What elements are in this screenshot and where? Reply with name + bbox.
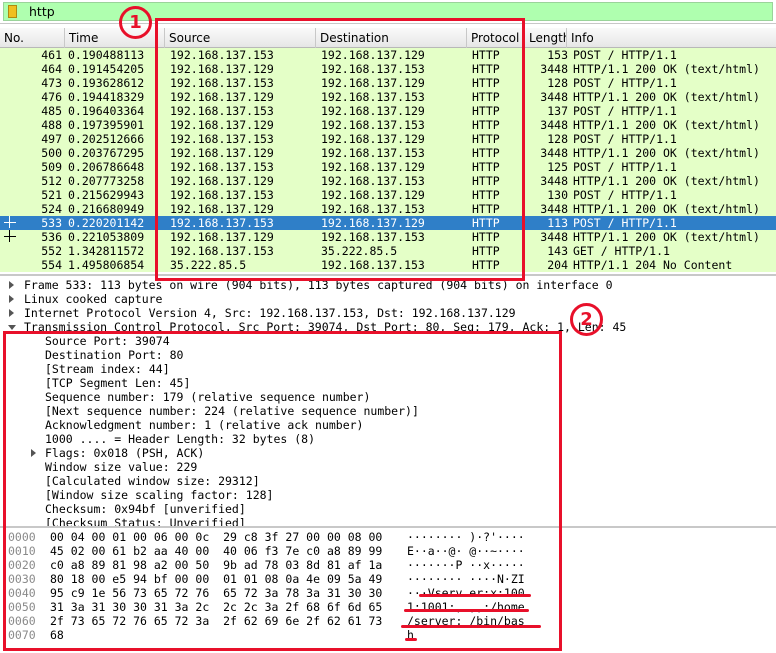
packet-no: 554	[41, 258, 62, 272]
packet-time: 0.190488113	[68, 48, 145, 62]
packet-length: 137	[547, 104, 568, 118]
packet-length: 153	[547, 48, 568, 62]
packet-time: 0.197395901	[68, 118, 145, 132]
packet-length: 3448	[540, 62, 568, 76]
packet-length: 143	[547, 244, 568, 258]
packet-length: 3448	[540, 90, 568, 104]
packet-info: HTTP/1.1 204 No Content	[573, 258, 733, 272]
packet-no: 536	[41, 230, 62, 244]
packet-info: POST / HTTP/1.1	[573, 188, 677, 202]
packet-length: 204	[547, 258, 568, 272]
packet-time: 0.216680949	[68, 202, 145, 216]
annotation-badge-2: 2	[570, 303, 603, 336]
packet-info: POST / HTTP/1.1	[573, 104, 677, 118]
column-header-info[interactable]: Info	[567, 28, 776, 48]
packet-info: HTTP/1.1 200 OK (text/html)	[573, 174, 760, 188]
annotation-badge-1: 1	[119, 6, 152, 39]
packet-no: 509	[41, 160, 62, 174]
packet-time: 0.191454205	[68, 62, 145, 76]
packet-time: 1.342811572	[68, 244, 145, 258]
packet-length: 3448	[540, 118, 568, 132]
expand-arrow-icon[interactable]	[9, 309, 14, 317]
packet-length: 3448	[540, 146, 568, 160]
packet-no: 473	[41, 76, 62, 90]
column-header-no[interactable]: No.	[0, 28, 65, 48]
packet-info: POST / HTTP/1.1	[573, 216, 677, 230]
display-filter-value[interactable]: http	[29, 4, 55, 20]
packet-info: HTTP/1.1 200 OK (text/html)	[573, 146, 760, 160]
packet-time: 0.196403364	[68, 104, 145, 118]
expand-arrow-icon[interactable]	[9, 281, 14, 289]
packet-info: GET / HTTP/1.1	[573, 244, 670, 258]
bookmark-icon[interactable]	[8, 5, 17, 18]
packet-no: 464	[41, 62, 62, 76]
column-header-time[interactable]: Time	[65, 28, 165, 48]
annotation-underline	[419, 594, 531, 597]
packet-no: 476	[41, 90, 62, 104]
packet-time: 0.203767295	[68, 146, 145, 160]
packet-length: 128	[547, 132, 568, 146]
packet-length: 130	[547, 188, 568, 202]
packet-time: 0.206786648	[68, 160, 145, 174]
packet-time: 0.221053809	[68, 230, 145, 244]
packet-info: HTTP/1.1 200 OK (text/html)	[573, 118, 760, 132]
packet-info: POST / HTTP/1.1	[573, 132, 677, 146]
packet-info: HTTP/1.1 200 OK (text/html)	[573, 230, 760, 244]
annotation-box-packets	[155, 18, 525, 281]
packet-info: POST / HTTP/1.1	[573, 160, 677, 174]
column-header-length[interactable]: Length	[525, 28, 567, 48]
packet-no: 461	[41, 48, 62, 62]
packet-length: 128	[547, 76, 568, 90]
packet-no: 497	[41, 132, 62, 146]
packet-info: HTTP/1.1 200 OK (text/html)	[573, 90, 760, 104]
packet-no: 488	[41, 118, 62, 132]
packet-info: POST / HTTP/1.1	[573, 48, 677, 62]
packet-no: 533	[41, 216, 62, 230]
packet-time: 0.202512666	[68, 132, 145, 146]
packet-info: HTTP/1.1 200 OK (text/html)	[573, 62, 760, 76]
packet-length: 3448	[540, 174, 568, 188]
packet-no: 524	[41, 202, 62, 216]
packet-no: 552	[41, 244, 62, 258]
packet-time: 0.215629943	[68, 188, 145, 202]
packet-time: 0.194418329	[68, 90, 145, 104]
annotation-underline	[405, 638, 417, 641]
packet-info: HTTP/1.1 200 OK (text/html)	[573, 202, 760, 216]
packet-time: 0.193628612	[68, 76, 145, 90]
packet-no: 521	[41, 188, 62, 202]
packet-info: POST / HTTP/1.1	[573, 76, 677, 90]
annotation-underline	[404, 609, 529, 612]
detail-ipv4-text: Internet Protocol Version 4, Src: 192.16…	[24, 306, 516, 320]
annotation-box-details	[3, 331, 562, 651]
collapse-arrow-icon[interactable]	[8, 325, 16, 330]
packet-time: 1.495806854	[68, 258, 145, 272]
packet-length: 3448	[540, 230, 568, 244]
packet-length: 3448	[540, 202, 568, 216]
packet-time: 0.207773258	[68, 174, 145, 188]
expand-arrow-icon[interactable]	[9, 295, 14, 303]
packet-time: 0.220201142	[68, 216, 145, 230]
packet-length: 113	[547, 216, 568, 230]
packet-no: 512	[41, 174, 62, 188]
packet-length: 125	[547, 160, 568, 174]
detail-linux-cooked[interactable]: Linux cooked capture	[0, 292, 776, 306]
packet-no: 500	[41, 146, 62, 160]
detail-ipv4[interactable]: Internet Protocol Version 4, Src: 192.16…	[0, 306, 776, 320]
detail-linux-text: Linux cooked capture	[24, 292, 163, 306]
annotation-underline	[401, 625, 541, 628]
packet-no: 485	[41, 104, 62, 118]
